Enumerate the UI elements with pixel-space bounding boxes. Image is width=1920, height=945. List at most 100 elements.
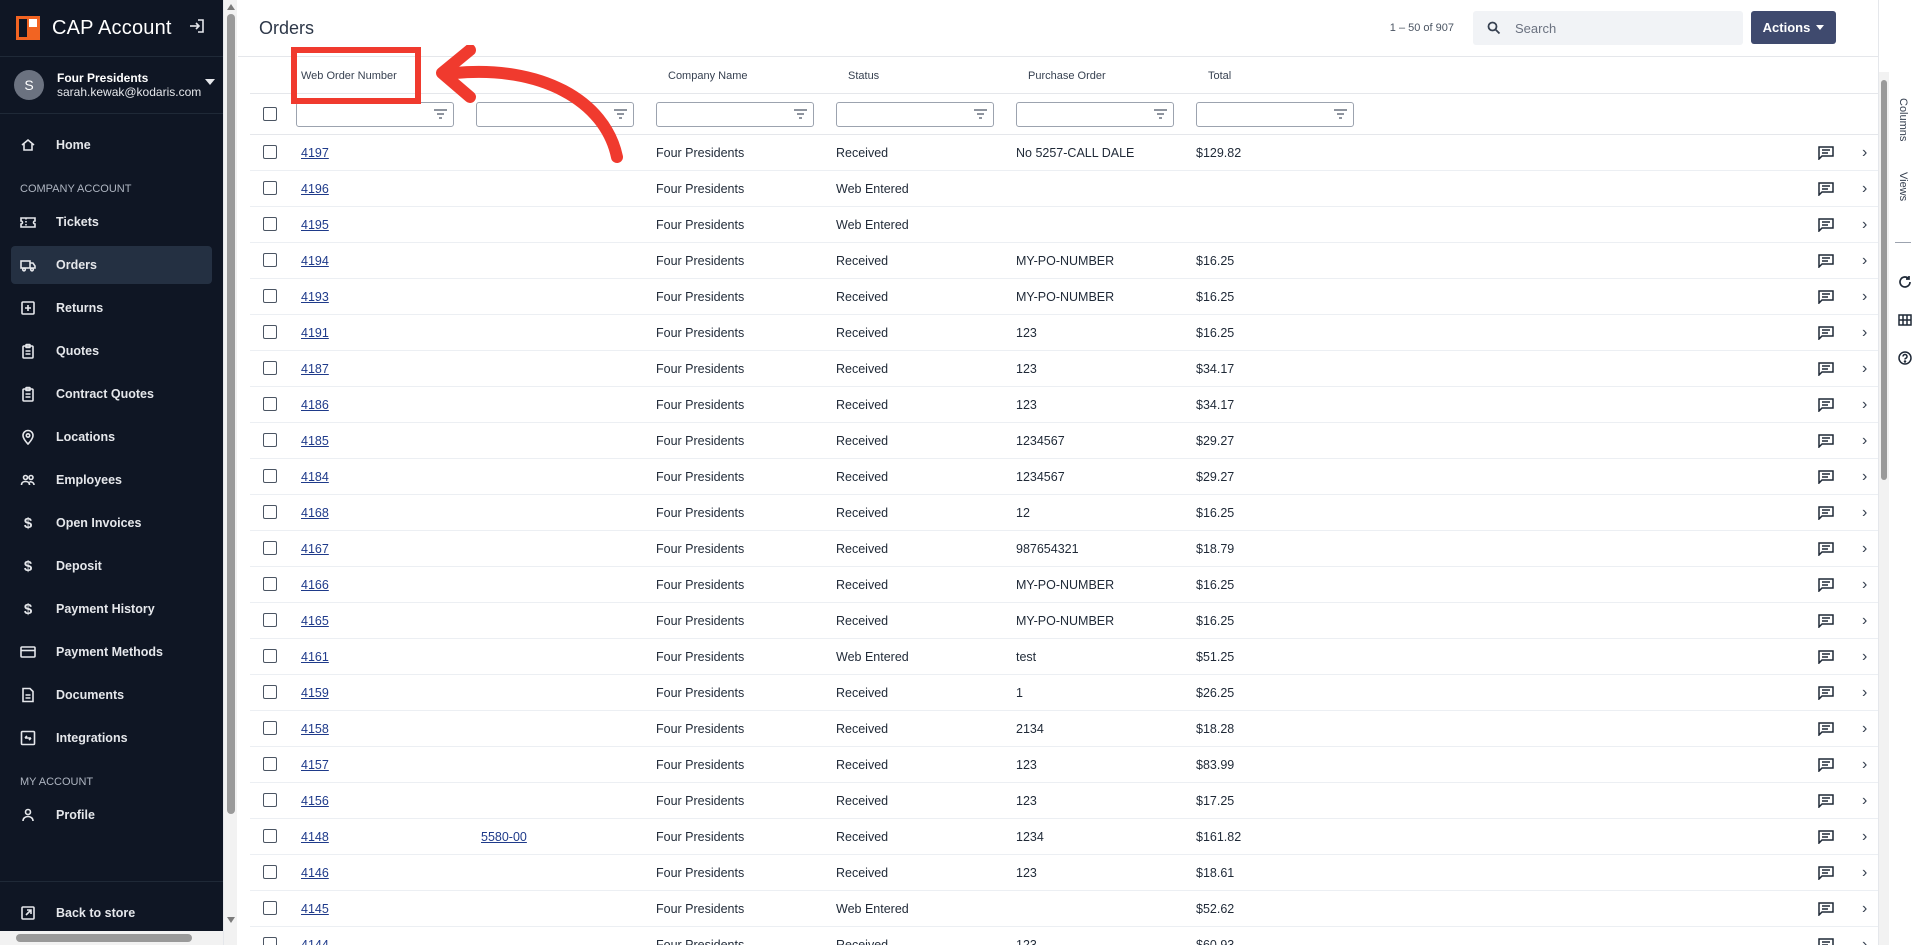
chevron-right-icon[interactable]: › (1862, 864, 1867, 882)
erp-order-link[interactable]: 5580-00 (481, 830, 527, 844)
views-tab[interactable]: Views (1897, 172, 1909, 201)
table-row[interactable]: 4157 Four Presidents Received 123 $83.99 › (250, 747, 1878, 783)
filter-icon[interactable] (1334, 109, 1347, 119)
filter-icon[interactable] (974, 109, 987, 119)
order-number-link[interactable]: 4158 (301, 722, 329, 736)
help-icon[interactable] (1897, 351, 1913, 367)
chevron-right-icon[interactable]: › (1862, 648, 1867, 666)
row-checkbox[interactable] (263, 937, 277, 945)
sidebar-item-tickets[interactable]: Tickets (11, 203, 212, 241)
sidebar-scrollbar[interactable] (223, 0, 237, 945)
comment-icon[interactable] (1818, 758, 1834, 772)
table-row[interactable]: 4166 Four Presidents Received MY-PO-NUMBER $… (250, 567, 1878, 603)
chevron-right-icon[interactable]: › (1862, 360, 1867, 378)
sidebar-item-returns[interactable]: Returns (11, 289, 212, 327)
comment-icon[interactable] (1818, 830, 1834, 844)
order-number-link[interactable]: 4161 (301, 650, 329, 664)
chevron-right-icon[interactable]: › (1862, 504, 1867, 522)
order-number-link[interactable]: 4165 (301, 614, 329, 628)
row-checkbox[interactable] (263, 757, 277, 771)
comment-icon[interactable] (1818, 722, 1834, 736)
column-header-total[interactable]: Total (1208, 70, 1231, 82)
chevron-right-icon[interactable]: › (1862, 324, 1867, 342)
chevron-right-icon[interactable]: › (1862, 180, 1867, 198)
order-number-link[interactable]: 4195 (301, 218, 329, 232)
comment-icon[interactable] (1818, 254, 1834, 268)
column-header-status[interactable]: Status (848, 70, 879, 82)
chevron-right-icon[interactable]: › (1862, 252, 1867, 270)
row-checkbox[interactable] (263, 829, 277, 843)
chevron-right-icon[interactable]: › (1862, 792, 1867, 810)
comment-icon[interactable] (1818, 686, 1834, 700)
table-row[interactable]: 4168 Four Presidents Received 12 $16.25 › (250, 495, 1878, 531)
comment-icon[interactable] (1818, 290, 1834, 304)
select-all-checkbox[interactable] (263, 107, 277, 121)
scroll-up-arrow-icon[interactable] (227, 4, 235, 10)
sidebar-item-documents[interactable]: Documents (11, 676, 212, 714)
user-switcher[interactable]: S Four Presidents sarah.kewak@kodaris.co… (0, 56, 223, 114)
order-number-link[interactable]: 4156 (301, 794, 329, 808)
table-row[interactable]: 4165 Four Presidents Received MY-PO-NUMBER $… (250, 603, 1878, 639)
sidebar-item-profile[interactable]: Profile (11, 796, 212, 834)
row-checkbox[interactable] (263, 469, 277, 483)
order-number-link[interactable]: 4168 (301, 506, 329, 520)
row-checkbox[interactable] (263, 145, 277, 159)
chevron-down-icon[interactable] (205, 79, 215, 85)
order-number-link[interactable]: 4166 (301, 578, 329, 592)
chevron-right-icon[interactable]: › (1862, 936, 1867, 945)
filter-icon[interactable] (794, 109, 807, 119)
table-row[interactable]: 4186 Four Presidents Received 123 $34.17 › (250, 387, 1878, 423)
chevron-right-icon[interactable]: › (1862, 612, 1867, 630)
sidebar-item-employees[interactable]: Employees (11, 461, 212, 499)
row-checkbox[interactable] (263, 865, 277, 879)
row-checkbox[interactable] (263, 541, 277, 555)
chevron-right-icon[interactable]: › (1862, 684, 1867, 702)
chevron-right-icon[interactable]: › (1862, 144, 1867, 162)
chevron-right-icon[interactable]: › (1862, 288, 1867, 306)
refresh-icon[interactable] (1897, 275, 1913, 291)
row-checkbox[interactable] (263, 217, 277, 231)
filter-icon[interactable] (1154, 109, 1167, 119)
row-checkbox[interactable] (263, 649, 277, 663)
row-checkbox[interactable] (263, 289, 277, 303)
comment-icon[interactable] (1818, 146, 1834, 160)
column-header-company-name[interactable]: Company Name (668, 70, 747, 82)
sidebar-item-orders[interactable]: Orders (11, 246, 212, 284)
sidebar-item-open-invoices[interactable]: $ Open Invoices (11, 504, 212, 542)
chevron-right-icon[interactable]: › (1862, 720, 1867, 738)
row-checkbox[interactable] (263, 613, 277, 627)
table-row[interactable]: 4191 Four Presidents Received 123 $16.25 › (250, 315, 1878, 351)
filter-total[interactable] (1196, 102, 1354, 127)
comment-icon[interactable] (1818, 650, 1834, 664)
table-row[interactable]: 4185 Four Presidents Received 1234567 $29.27… (250, 423, 1878, 459)
table-row[interactable]: 4196 Four Presidents Web Entered › (250, 171, 1878, 207)
order-number-link[interactable]: 4146 (301, 866, 329, 880)
row-checkbox[interactable] (263, 361, 277, 375)
kodaris-logo-icon[interactable] (16, 16, 40, 40)
sidebar-item-contract-quotes[interactable]: Contract Quotes (11, 375, 212, 413)
row-checkbox[interactable] (263, 397, 277, 411)
order-number-link[interactable]: 4196 (301, 182, 329, 196)
sidebar-item-payment-methods[interactable]: Payment Methods (11, 633, 212, 671)
comment-icon[interactable] (1818, 866, 1834, 880)
chevron-right-icon[interactable]: › (1862, 576, 1867, 594)
columns-tab[interactable]: Columns (1897, 98, 1909, 141)
grid-icon[interactable] (1897, 313, 1913, 329)
table-row[interactable]: 4159 Four Presidents Received 1 $26.25 › (250, 675, 1878, 711)
chevron-right-icon[interactable]: › (1862, 216, 1867, 234)
order-number-link[interactable]: 4197 (301, 146, 329, 160)
table-row[interactable]: 4184 Four Presidents Received 1234567 $29.27… (250, 459, 1878, 495)
chevron-right-icon[interactable]: › (1862, 540, 1867, 558)
row-checkbox[interactable] (263, 433, 277, 447)
comment-icon[interactable] (1818, 794, 1834, 808)
scrollbar-thumb[interactable] (1881, 80, 1887, 480)
sidebar-item-payment-history[interactable]: $ Payment History (11, 590, 212, 628)
order-number-link[interactable]: 4145 (301, 902, 329, 916)
chevron-right-icon[interactable]: › (1862, 828, 1867, 846)
row-checkbox[interactable] (263, 577, 277, 591)
comment-icon[interactable] (1818, 542, 1834, 556)
order-number-link[interactable]: 4193 (301, 290, 329, 304)
table-row[interactable]: 4187 Four Presidents Received 123 $34.17 › (250, 351, 1878, 387)
row-checkbox[interactable] (263, 685, 277, 699)
order-number-link[interactable]: 4187 (301, 362, 329, 376)
